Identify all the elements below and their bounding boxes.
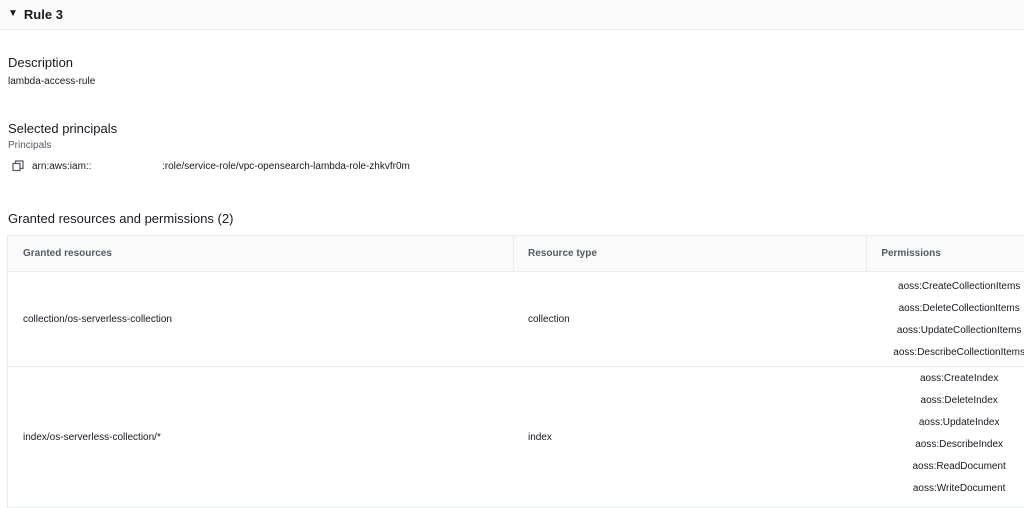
permission-item: aoss:DeleteIndex [920,395,998,406]
caret-down-icon[interactable]: ▼ [8,8,18,19]
rule-header[interactable]: ▼ Rule 3 [0,0,1024,30]
principals-section: Selected principals Principals arn:aws:i… [8,121,410,172]
permission-item: aoss:UpdateIndex [918,417,1000,428]
permission-item: aoss:DeleteCollectionItems [898,302,1020,314]
principals-title: Selected principals [8,121,118,136]
header-resource-type: Resource type [514,236,868,271]
copy-icon[interactable] [12,160,24,172]
description-value: lambda-access-rule [8,76,96,87]
permission-item: aoss:DescribeIndex [915,439,1004,450]
table-row: collection/os-serverless-collection coll… [8,272,1024,367]
principals-label: Principals [8,140,52,151]
row-permissions: aoss:CreateCollectionItems aoss:DeleteCo… [867,272,1024,366]
permission-item: aoss:CreateIndex [919,373,999,384]
permissions-table: Granted resources Resource type Permissi… [7,235,1024,508]
permission-item: aoss:WriteDocument [912,483,1006,494]
header-granted-resources: Granted resources [8,236,514,271]
row-resource-type: collection [528,313,570,325]
row-permissions: aoss:CreateIndex aoss:DeleteIndex aoss:U… [867,367,1024,507]
granted-title: Granted resources and permissions (2) [8,211,234,226]
permission-item: aoss:UpdateCollectionItems [896,324,1022,336]
table-row: index/os-serverless-collection/* index a… [8,367,1024,507]
row-resource: collection/os-serverless-collection [23,313,172,325]
table-header: Granted resources Resource type Permissi… [8,236,1024,272]
permission-item: aoss:CreateCollectionItems [898,280,1021,292]
header-permissions: Permissions [881,248,941,259]
principal-arn-suffix: :role/service-role/vpc-opensearch-lambda… [162,160,410,172]
principal-row: arn:aws:iam:: :role/service-role/vpc-ope… [8,160,410,172]
permission-item: aoss:DescribeCollectionItems [893,346,1024,358]
row-resource: index/os-serverless-collection/* [23,431,161,443]
description-title: Description [8,55,74,70]
row-resource-type: index [528,431,552,443]
description-section: Description lambda-access-rule [8,55,95,87]
principal-arn-prefix: arn:aws:iam:: [32,160,92,172]
permission-item: aoss:ReadDocument [912,461,1006,472]
rule-title: Rule 3 [23,7,63,22]
granted-section: Granted resources and permissions (2) [8,211,233,226]
